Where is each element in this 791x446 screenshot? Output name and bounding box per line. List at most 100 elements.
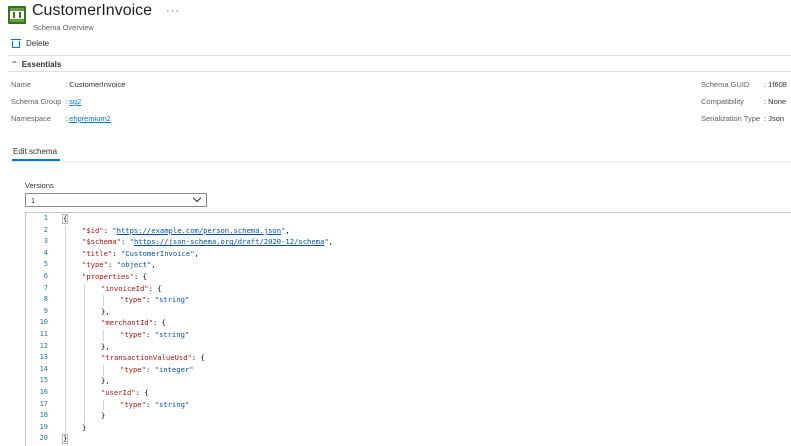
code-token: "string"	[154, 295, 190, 305]
prop-schema-guid-key: Schema GUID	[701, 80, 750, 89]
page-subtitle: Schema Overview	[33, 23, 94, 32]
code-token: : {	[135, 388, 149, 397]
tab-divider	[8, 161, 791, 162]
schema-group-link[interactable]: sg2	[69, 97, 81, 106]
code-token: : {	[152, 318, 166, 328]
code-line: },	[101, 342, 110, 351]
bracket-match-highlight	[62, 214, 68, 224]
code-token: "$schema"	[82, 237, 121, 247]
code-line: "title": "CustomerInvoice",	[82, 249, 199, 258]
code-token: :	[112, 248, 121, 258]
code-line: "type": "string"	[120, 400, 189, 409]
line-number: 12	[39, 341, 48, 350]
code-token: "integer"	[154, 364, 194, 374]
code-token: "title"	[82, 248, 113, 258]
schema-icon	[8, 6, 26, 24]
code-token: "type"	[120, 364, 146, 374]
code-token: "merchantId"	[101, 318, 153, 328]
prop-namespace-key: Namespace	[11, 114, 52, 123]
code-line: }	[82, 423, 86, 432]
code-token: "type"	[82, 260, 108, 270]
line-number: 8	[43, 295, 48, 304]
line-number: 17	[39, 399, 48, 408]
code-token: "object"	[116, 260, 152, 270]
code-token: :	[145, 364, 155, 374]
line-number-gutter: 1 2 3 4 5 6 7 8 9 10 11 12 13 14 15 16 17 18 19 20	[26, 213, 53, 446]
line-number: 5	[43, 260, 48, 269]
indent-guide	[103, 399, 104, 412]
line-number: 18	[39, 411, 48, 420]
code-token: : {	[191, 353, 205, 363]
code-token: :	[145, 330, 155, 339]
versions-selected-value: 1	[31, 196, 36, 205]
schema-editor[interactable]: 1 2 3 4 5 6 7 8 9 10 11 12 13 14 15 16 17 18 19 20 {"$id": …	[25, 212, 791, 446]
indent-guide	[84, 283, 85, 423]
code-line: "type": "object",	[82, 260, 156, 269]
essentials-divider	[8, 71, 791, 72]
code-token: : {	[133, 272, 147, 281]
code-token: "type"	[120, 330, 146, 339]
line-number: 13	[39, 353, 48, 362]
code-token: ,	[285, 225, 290, 235]
code-token: ,	[194, 248, 199, 258]
line-number: 19	[39, 422, 48, 431]
line-number: 2	[43, 225, 48, 234]
more-options-button[interactable]: ···	[166, 5, 180, 17]
code-token: ,	[328, 237, 333, 247]
code-token: "type"	[120, 399, 146, 409]
code-line: "properties": {	[82, 272, 147, 281]
namespace-link[interactable]: ehpremium2	[69, 114, 111, 123]
code-token: }	[82, 422, 87, 432]
code-token: "CustomerInvoice"	[120, 248, 195, 258]
indent-guide	[65, 225, 66, 435]
code-line: "userId": {	[101, 388, 149, 397]
tab-edit-schema[interactable]: Edit schema	[13, 147, 57, 156]
line-number: 15	[39, 376, 48, 385]
essentials-toggle[interactable]: ⌃ Essentials	[10, 60, 62, 69]
delete-button[interactable]: Delete	[11, 39, 49, 48]
versions-dropdown[interactable]: 1	[25, 193, 207, 207]
essentials-label: Essentials	[21, 60, 62, 69]
code-token: "userId"	[101, 388, 136, 397]
code-token: ,	[151, 260, 156, 270]
page-header: CustomerInvoice ··· Schema Overview	[8, 0, 180, 34]
prop-compatibility-value: : None	[764, 97, 787, 106]
trash-icon	[11, 39, 21, 48]
code-token: "type"	[120, 295, 146, 305]
code-line: "$schema": "https://json-schema.org/draf…	[82, 237, 333, 246]
code-line: },	[101, 307, 110, 316]
code-line: "invoiceId": {	[101, 284, 162, 293]
line-number: 9	[43, 306, 48, 315]
code-token: "string"	[154, 330, 190, 339]
prop-schema-guid-value: : 1f608	[764, 80, 787, 89]
code-line: "merchantId": {	[101, 318, 166, 327]
code-line: "type": "string"	[120, 330, 189, 339]
line-number: 1	[43, 214, 48, 222]
code-token: "properties"	[82, 272, 134, 281]
indent-guide	[103, 364, 104, 377]
line-number: 4	[43, 248, 48, 257]
indent-guide	[103, 295, 104, 307]
code-token: :	[103, 225, 113, 235]
line-number: 7	[43, 283, 48, 292]
prop-serialization-type-key: Serialization Type	[701, 114, 761, 123]
versions-label: Versions	[25, 181, 54, 190]
line-number: 14	[39, 364, 48, 373]
line-number: 3	[43, 237, 48, 246]
indent-guide	[103, 330, 104, 342]
code-token: }	[101, 411, 106, 421]
code-line: "$id": "https://example.com/person.schem…	[82, 226, 290, 235]
code-token: },	[101, 376, 110, 386]
page-title: CustomerInvoice	[32, 2, 153, 19]
code-line: "type": "string"	[120, 295, 189, 304]
prop-compatibility-key: Compatibility	[701, 97, 744, 106]
code-token: "transactionValueUsd"	[101, 353, 192, 363]
chevron-up-icon: ⌃	[10, 60, 19, 69]
code-line: }	[101, 411, 105, 420]
bracket-match-highlight	[62, 434, 68, 445]
toolbar-divider	[8, 55, 791, 56]
prop-name-value: : CustomerInvoice	[65, 80, 126, 89]
prop-name-key: Name	[11, 80, 32, 89]
code-line: "type": "integer"	[120, 365, 194, 374]
line-number: 16	[39, 388, 48, 396]
